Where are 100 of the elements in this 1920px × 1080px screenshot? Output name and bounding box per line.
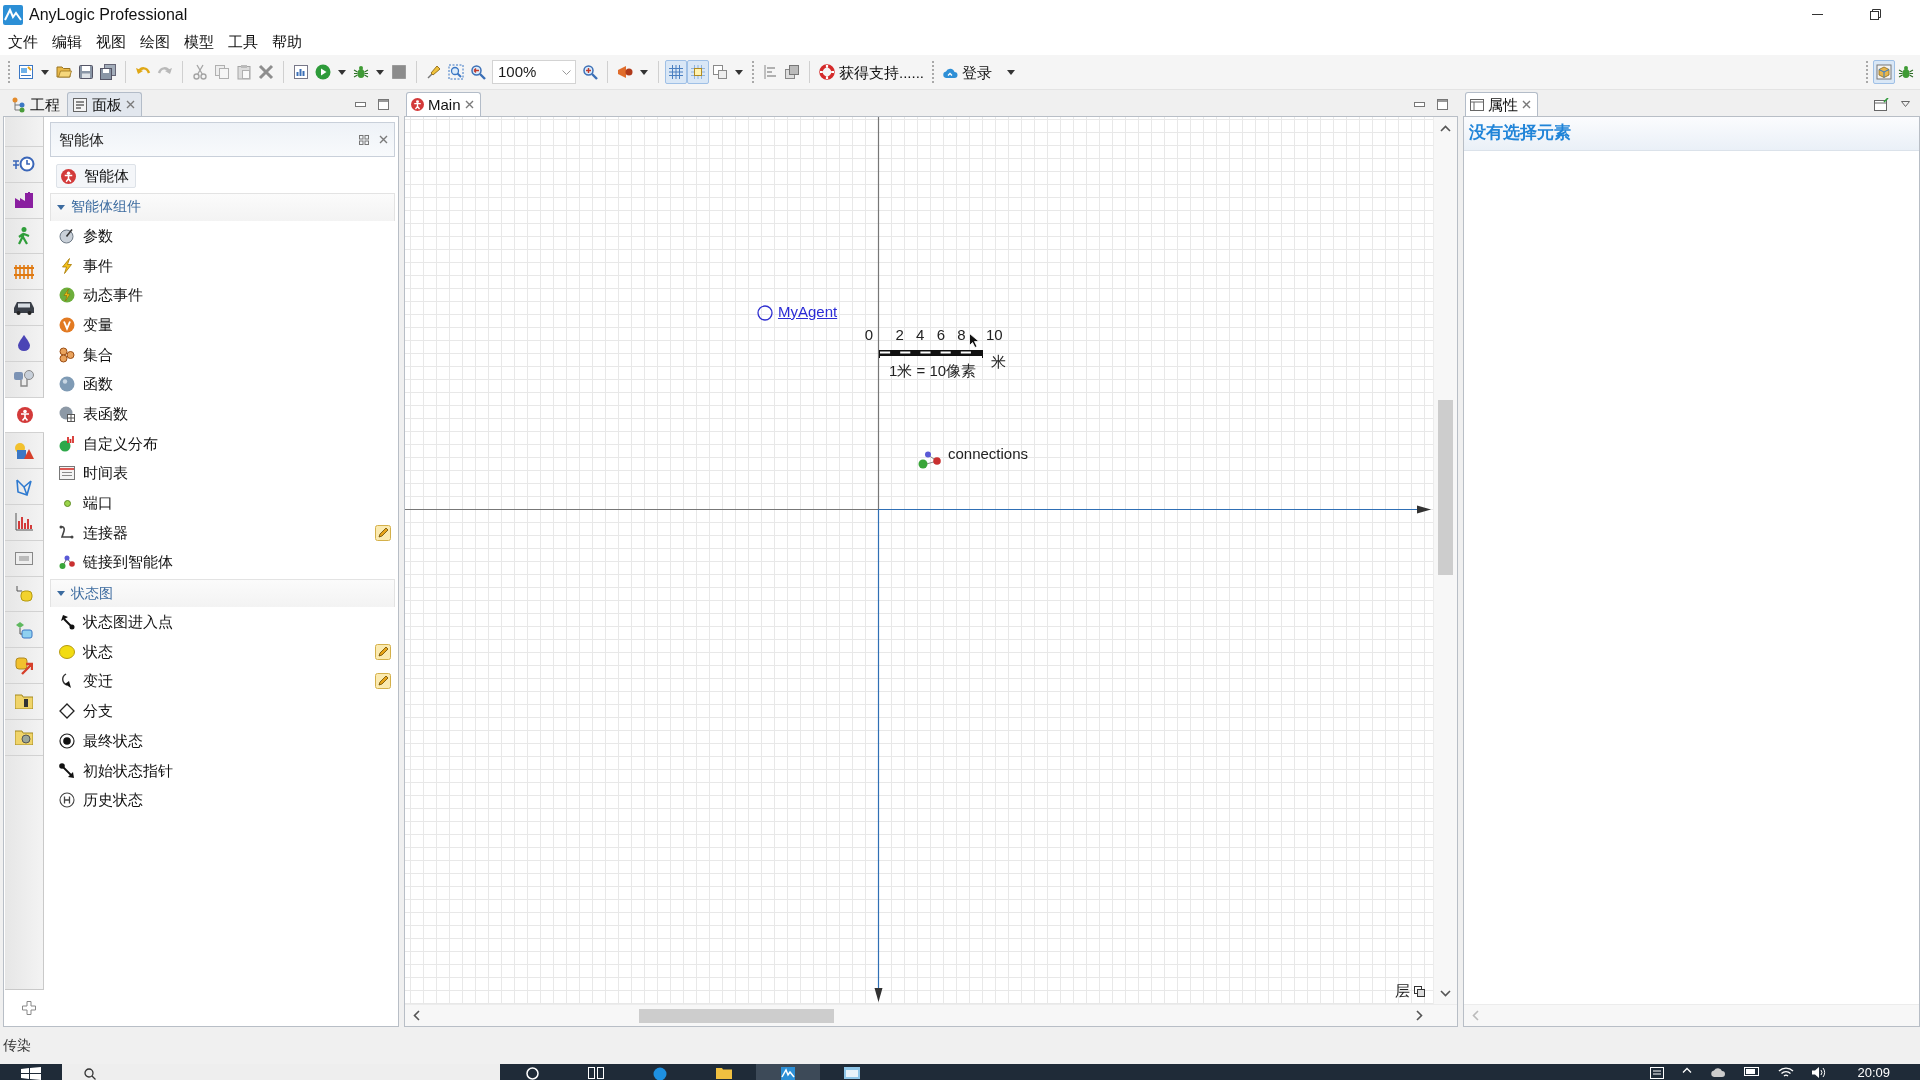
caret-icon[interactable]: [376, 69, 384, 75]
section-header[interactable]: 状态图: [50, 579, 395, 608]
dots-cluster-icon: [59, 346, 75, 363]
menu-item[interactable]: 视图: [89, 31, 133, 53]
chevron-left-icon[interactable]: [413, 1010, 420, 1021]
palette-item[interactable]: 事件: [50, 250, 395, 281]
chevron-right-icon[interactable]: [1416, 1010, 1423, 1021]
palette-item[interactable]: 变量: [50, 310, 395, 340]
floppy-disks-icon[interactable]: [100, 64, 116, 80]
palette-item[interactable]: 变迁: [50, 666, 395, 697]
scrollbar-thumb[interactable]: [1438, 400, 1453, 575]
section-header[interactable]: 智能体组件: [50, 193, 395, 221]
pencil-icon[interactable]: [375, 524, 391, 541]
chevron-down-icon[interactable]: [1440, 990, 1451, 997]
palette-item[interactable]: 时间表: [50, 458, 395, 489]
snap-toggle-button[interactable]: [687, 60, 709, 84]
cloud-icon[interactable]: [1710, 1067, 1727, 1077]
palette-item[interactable]: 参数: [50, 221, 395, 251]
agent-button[interactable]: 智能体: [56, 164, 136, 188]
speaker-icon[interactable]: [1812, 1067, 1827, 1078]
perspective-button[interactable]: [1873, 60, 1895, 84]
circle-icon[interactable]: [525, 1067, 539, 1080]
pencil-icon[interactable]: [375, 673, 391, 690]
browser-icon[interactable]: [653, 1067, 667, 1080]
palette-item[interactable]: 分支: [50, 696, 395, 726]
clipboard-icon[interactable]: [236, 64, 252, 80]
palette-item[interactable]: 初始状态指针: [50, 755, 395, 786]
minimize-icon[interactable]: [1414, 101, 1425, 107]
menu-item[interactable]: 模型: [177, 31, 221, 53]
close-icon[interactable]: [126, 100, 135, 109]
minimize-icon[interactable]: [355, 101, 366, 107]
caret-icon[interactable]: [1901, 101, 1910, 107]
palette-item[interactable]: 连接器: [50, 517, 395, 548]
clock-time[interactable]: 20:09: [1857, 1064, 1890, 1079]
build-chart-icon[interactable]: [293, 64, 309, 80]
menu-item[interactable]: 工具: [221, 31, 265, 53]
plus-icon[interactable]: [22, 1001, 36, 1015]
bug-icon[interactable]: [353, 64, 369, 80]
chevron-up-icon[interactable]: [1440, 125, 1451, 132]
support-button[interactable]: 获得支持......: [816, 60, 927, 84]
palette-item[interactable]: 动态事件: [50, 280, 395, 311]
palette-item[interactable]: 链接到智能体: [50, 547, 395, 578]
palette-item[interactable]: 自定义分布: [50, 428, 395, 459]
close-icon[interactable]: [379, 135, 388, 144]
keyboard-icon[interactable]: [1650, 1067, 1665, 1079]
app-logo-icon[interactable]: [781, 1067, 795, 1080]
lightning-circle-icon: [59, 287, 75, 304]
new-file-icon[interactable]: [18, 64, 34, 80]
zoom-in-icon[interactable]: [582, 64, 598, 80]
scissors-icon[interactable]: [192, 64, 208, 80]
grid-view-icon[interactable]: [359, 134, 369, 145]
grid-toggle-button[interactable]: [665, 60, 687, 84]
overlap-squares-icon[interactable]: [1414, 985, 1425, 997]
palette-item[interactable]: 最终状态: [50, 726, 395, 756]
pencil-icon[interactable]: [375, 643, 391, 660]
panel-tab[interactable]: 面板: [67, 92, 142, 116]
windows-logo-icon[interactable]: [21, 1067, 41, 1080]
palette-item[interactable]: 状态: [50, 636, 395, 667]
login-button[interactable]: 登录: [939, 60, 995, 84]
menu-item[interactable]: 帮助: [265, 31, 309, 53]
panel-tab[interactable]: 工程: [5, 92, 67, 116]
zoom-combobox[interactable]: 100%: [492, 60, 576, 84]
new-window-icon[interactable]: [1874, 97, 1889, 111]
folder-icon[interactable]: [716, 1067, 732, 1079]
close-icon[interactable]: [464, 100, 474, 109]
marker-icon[interactable]: [426, 64, 442, 80]
palette-item[interactable]: 历史状态: [50, 785, 395, 816]
maximize-icon[interactable]: [1437, 98, 1448, 110]
palette-item[interactable]: 状态图进入点: [50, 607, 395, 637]
caret-icon[interactable]: [41, 69, 49, 75]
bug-icon[interactable]: [1898, 64, 1914, 80]
caret-icon[interactable]: [735, 69, 743, 75]
scrollbar-thumb[interactable]: [639, 1008, 834, 1023]
taskbar-search-field[interactable]: [62, 1064, 500, 1080]
editor-tab[interactable]: Main: [406, 92, 481, 116]
layers-icon[interactable]: [784, 64, 800, 80]
caret-icon[interactable]: [1007, 69, 1015, 75]
palette-item[interactable]: 函数: [50, 369, 395, 400]
stop-icon[interactable]: [391, 64, 407, 80]
menu-item[interactable]: 文件: [1, 31, 45, 53]
zoom-fit-icon[interactable]: [448, 64, 464, 80]
play-icon[interactable]: [315, 64, 331, 80]
caret-icon[interactable]: [640, 69, 648, 75]
battery-icon[interactable]: [1744, 1067, 1761, 1076]
folder-icon[interactable]: [56, 64, 72, 80]
zoom-back-icon[interactable]: [470, 64, 486, 80]
panel-tab[interactable]: 属性: [1465, 92, 1538, 116]
palette-item[interactable]: 端口: [50, 488, 395, 518]
megaphone-icon[interactable]: [617, 64, 633, 80]
menu-item[interactable]: 绘图: [133, 31, 177, 53]
delete-x-icon[interactable]: [258, 64, 274, 80]
task-view-icon[interactable]: [588, 1067, 604, 1079]
window-title: AnyLogic Professional: [29, 4, 188, 25]
close-icon[interactable]: [1522, 100, 1531, 109]
palette-item[interactable]: 表函数: [50, 399, 395, 429]
palette-item[interactable]: 集合: [50, 339, 395, 370]
wifi-icon[interactable]: [1778, 1067, 1795, 1077]
maximize-icon[interactable]: [378, 98, 389, 110]
caret-icon[interactable]: [338, 69, 346, 75]
menu-item[interactable]: 编辑: [45, 31, 89, 53]
